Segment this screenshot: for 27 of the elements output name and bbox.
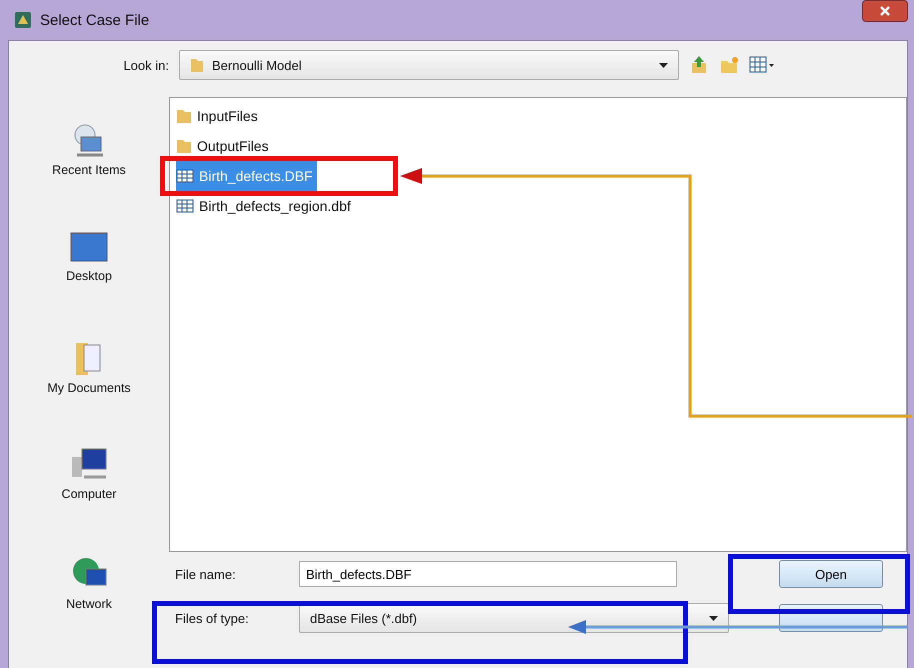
look-in-label: Look in: — [122, 58, 169, 72]
folder-icon — [176, 138, 192, 154]
file-item[interactable]: InputFiles — [176, 101, 262, 131]
place-item[interactable]: Computer — [9, 447, 169, 555]
folder-icon — [176, 108, 192, 124]
table-file-icon — [176, 199, 194, 213]
caret-icon — [659, 62, 668, 68]
folder-icon — [190, 57, 204, 73]
place-item[interactable]: My Documents — [9, 339, 169, 447]
close-icon — [879, 5, 891, 17]
look-in-dropdown[interactable]: Bernoulli Model — [179, 50, 679, 80]
close-button[interactable] — [862, 0, 908, 22]
open-button[interactable]: Open — [779, 560, 883, 588]
caret-icon — [709, 616, 718, 620]
file-item[interactable]: OutputFiles — [176, 131, 273, 161]
place-item[interactable]: Desktop — [9, 231, 169, 339]
file-name-field[interactable]: Birth_defects.DBF — [299, 561, 677, 587]
app-icon — [14, 11, 32, 29]
file-item[interactable]: Birth_defects_region.dbf — [176, 191, 355, 221]
file-type-label: Files of type: — [174, 610, 250, 626]
file-name-label: File name: — [174, 566, 237, 582]
window-title: Select Case File — [40, 12, 150, 28]
table-file-icon — [176, 169, 194, 183]
up-folder-icon[interactable] — [689, 55, 709, 75]
place-item[interactable]: Recent Items — [9, 123, 169, 231]
place-item[interactable]: Network — [9, 555, 169, 663]
view-menu-icon[interactable] — [749, 56, 775, 74]
